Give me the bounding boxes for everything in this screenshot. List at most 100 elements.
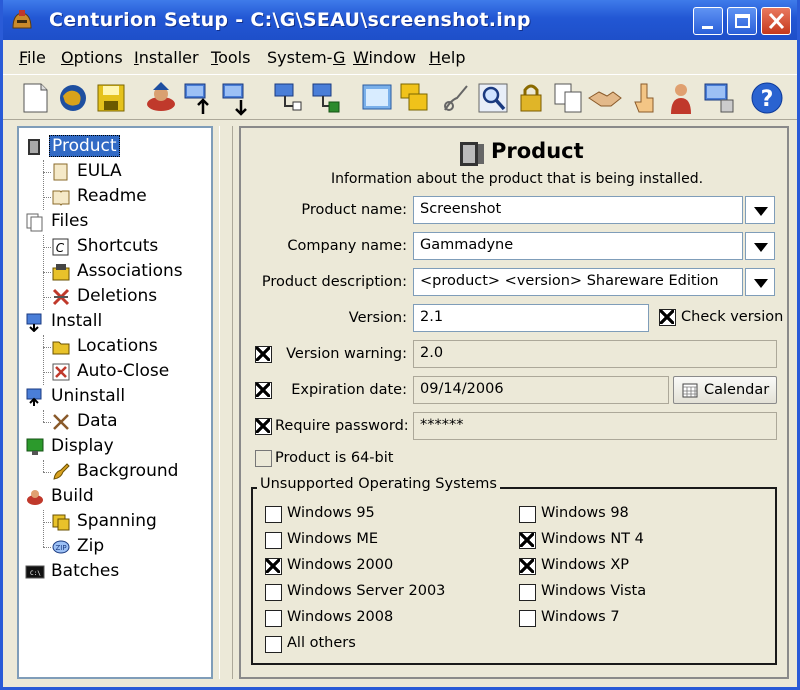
minimize-icon <box>702 26 713 29</box>
pane-splitter[interactable] <box>219 126 233 679</box>
shortcut-icon: C <box>52 238 69 256</box>
os-windows-vista-checkbox[interactable] <box>519 584 536 601</box>
wizard-icon[interactable] <box>143 80 179 116</box>
maximize-button[interactable] <box>727 7 757 35</box>
product-name-dropdown[interactable] <box>745 196 775 224</box>
svg-text:C: C <box>56 241 65 255</box>
os-windows-2000-checkbox[interactable] <box>265 558 282 575</box>
probe-icon[interactable] <box>439 80 475 116</box>
version-warning-label: Version warning: <box>286 346 407 362</box>
require-password-checkbox[interactable] <box>255 418 272 435</box>
app-window: Centurion Setup - C:\G\SEAU\screenshot.i… <box>0 0 800 690</box>
check-version-label: Check version <box>681 309 784 325</box>
import-icon[interactable] <box>181 80 217 116</box>
require-password-label: Require password: <box>275 418 409 434</box>
os-windows-xp-label: Windows XP <box>541 557 630 573</box>
zip-icon: ZIP <box>52 540 70 554</box>
os-windows-95-checkbox[interactable] <box>265 506 282 523</box>
product-description-label: Product description: <box>261 274 407 290</box>
folder-icon <box>52 341 70 355</box>
os-windows-vista-label: Windows Vista <box>541 583 647 599</box>
autoclose-icon <box>52 363 70 381</box>
os-windows-2008-checkbox[interactable] <box>265 610 282 627</box>
product-description-dropdown[interactable] <box>745 268 775 296</box>
svg-text:C:\: C:\ <box>30 570 41 577</box>
os-windows-nt4-checkbox[interactable] <box>519 532 536 549</box>
menu-system-g[interactable]: System-G <box>267 48 345 67</box>
os-windows-server-2003-label: Windows Server 2003 <box>287 583 446 599</box>
os-windows-me-checkbox[interactable] <box>265 532 282 549</box>
network-export-icon[interactable] <box>307 80 343 116</box>
expiration-date-field[interactable]: 09/14/2006 <box>413 376 669 404</box>
expiration-date-label: Expiration date: <box>291 382 407 398</box>
spanning-icon <box>52 514 70 531</box>
pointer-icon[interactable] <box>627 80 663 116</box>
os-windows-server-2003-checkbox[interactable] <box>265 584 282 601</box>
product-panel: Product Information about the product th… <box>239 126 789 679</box>
association-icon <box>52 264 70 281</box>
chevron-down-icon <box>754 243 768 252</box>
company-name-field[interactable]: Gammadyne <box>413 232 743 260</box>
window-title: Centurion Setup - C:\G\SEAU\screenshot.i… <box>49 9 531 31</box>
calendar-button[interactable]: Calendar <box>673 376 777 404</box>
menu-installer[interactable]: Installer <box>134 48 199 67</box>
new-file-icon[interactable] <box>17 80 53 116</box>
version-field[interactable]: 2.1 <box>413 304 649 332</box>
lock-icon[interactable] <box>513 80 549 116</box>
calendar-icon <box>682 383 698 398</box>
save-icon[interactable] <box>93 80 129 116</box>
check-version-checkbox[interactable] <box>659 309 676 326</box>
os-windows-7-label: Windows 7 <box>541 609 620 625</box>
search-icon[interactable] <box>475 80 511 116</box>
close-button[interactable] <box>761 7 791 35</box>
expiration-date-checkbox[interactable] <box>255 382 272 399</box>
minimize-button[interactable] <box>693 7 723 35</box>
title-bar[interactable]: Centurion Setup - C:\G\SEAU\screenshot.i… <box>3 0 797 40</box>
menu-help[interactable]: Help <box>429 48 465 67</box>
windows-icon[interactable] <box>397 80 433 116</box>
uninstall-icon <box>26 388 42 406</box>
close-icon <box>768 12 785 30</box>
export-icon[interactable] <box>219 80 255 116</box>
help-icon[interactable]: ? <box>749 80 785 116</box>
product-64bit-checkbox[interactable] <box>255 450 272 467</box>
handshake-icon[interactable] <box>587 80 623 116</box>
batch-icon: C:\ <box>25 565 45 579</box>
version-label: Version: <box>348 310 407 326</box>
network-import-icon[interactable] <box>269 80 305 116</box>
open-icon[interactable] <box>55 80 91 116</box>
install-icon <box>26 313 42 332</box>
product-64bit-label: Product is 64-bit <box>275 450 394 466</box>
delete-icon <box>52 288 70 306</box>
os-all-others-checkbox[interactable] <box>265 636 282 653</box>
os-windows-xp-checkbox[interactable] <box>519 558 536 575</box>
panel-heading: Product <box>491 139 584 163</box>
build-icon <box>27 490 43 505</box>
menu-file[interactable]: File <box>19 48 46 67</box>
files-icon <box>26 213 43 232</box>
os-windows-98-label: Windows 98 <box>541 505 629 521</box>
copy-icon[interactable] <box>551 80 587 116</box>
document-icon <box>53 163 68 181</box>
product-icon <box>460 142 484 166</box>
os-windows-2008-label: Windows 2008 <box>287 609 394 625</box>
product-name-field[interactable]: Screenshot <box>413 196 743 224</box>
company-name-dropdown[interactable] <box>745 232 775 260</box>
maximize-icon <box>735 14 750 28</box>
menu-bar: File Options Installer Tools System-G Wi… <box>3 40 797 74</box>
password-field[interactable]: ****** <box>413 412 777 440</box>
os-windows-me-label: Windows ME <box>287 531 379 547</box>
version-warning-checkbox[interactable] <box>255 346 272 363</box>
version-warning-field[interactable]: 2.0 <box>413 340 777 368</box>
menu-window[interactable]: Window <box>353 48 416 67</box>
menu-tools[interactable]: Tools <box>211 48 250 67</box>
chevron-down-icon <box>754 207 768 216</box>
os-windows-98-checkbox[interactable] <box>519 506 536 523</box>
product-description-field[interactable]: <product> <version> Shareware Edition <box>413 268 743 296</box>
person-icon[interactable] <box>663 80 699 116</box>
data-icon <box>53 414 69 430</box>
preview-icon[interactable] <box>359 80 395 116</box>
computer-icon[interactable] <box>701 80 737 116</box>
os-windows-7-checkbox[interactable] <box>519 610 536 627</box>
menu-options[interactable]: Options <box>61 48 123 67</box>
